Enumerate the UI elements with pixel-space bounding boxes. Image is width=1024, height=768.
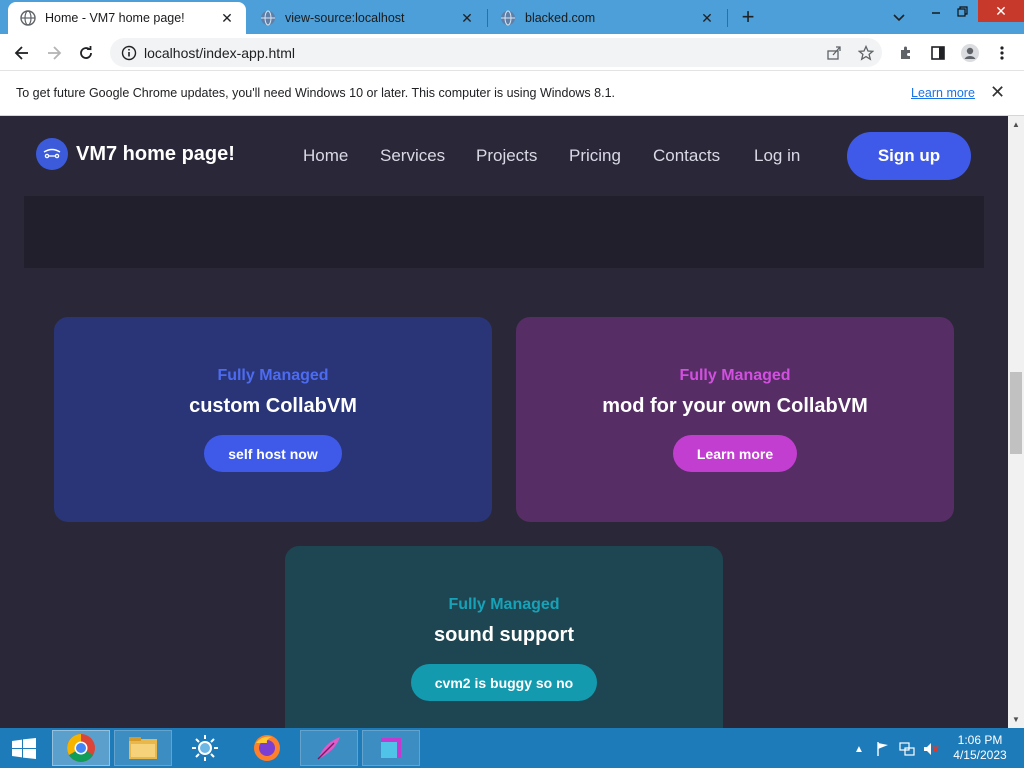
tab-search-icon[interactable] xyxy=(889,8,909,28)
more-menu-icon[interactable] xyxy=(988,39,1016,67)
network-icon[interactable] xyxy=(898,740,916,758)
globe-icon xyxy=(260,10,276,26)
card-heading: custom CollabVM xyxy=(189,395,357,417)
feather-app-icon[interactable] xyxy=(300,730,358,766)
tab-strip: Home - VM7 home page! ✕ view-source:loca… xyxy=(0,0,1024,34)
nav-login[interactable]: Log in xyxy=(754,146,800,166)
sun-app-icon[interactable] xyxy=(176,730,234,766)
profile-avatar-icon[interactable] xyxy=(956,39,984,67)
feature-card-custom: Fully Managed custom CollabVM self host … xyxy=(54,317,492,522)
chrome-icon[interactable] xyxy=(52,730,110,766)
back-icon[interactable] xyxy=(8,39,36,67)
extensions-icon[interactable] xyxy=(892,39,920,67)
tab-title: blacked.com xyxy=(525,11,596,25)
card-heading: mod for your own CollabVM xyxy=(602,395,868,417)
feature-card-sound: Fully Managed sound support cvm2 is bugg… xyxy=(285,546,723,728)
logo-icon[interactable] xyxy=(36,138,68,170)
tab-blacked[interactable]: blacked.com ✕ xyxy=(488,2,726,34)
learn-more-button[interactable]: Learn more xyxy=(672,435,798,472)
tab-home[interactable]: Home - VM7 home page! ✕ xyxy=(8,2,246,34)
clock-time: 1:06 PM xyxy=(957,733,1003,747)
bookmark-star-icon[interactable] xyxy=(852,38,880,67)
scrollbar-thumb[interactable] xyxy=(1010,372,1022,454)
window-close-icon[interactable]: ✕ xyxy=(978,0,1024,22)
update-infobar: To get future Google Chrome updates, you… xyxy=(0,71,1024,116)
action-center-flag-icon[interactable] xyxy=(874,740,892,758)
tab-title: Home - VM7 home page! xyxy=(45,11,185,25)
reload-icon[interactable] xyxy=(72,39,100,67)
tab-separator xyxy=(727,9,728,27)
infobar-message: To get future Google Chrome updates, you… xyxy=(16,86,615,100)
card-kicker: Fully Managed xyxy=(448,596,560,613)
close-tab-icon[interactable]: ✕ xyxy=(458,9,476,27)
site-navbar: VM7 home page! Home Services Projects Pr… xyxy=(0,116,1008,196)
card-kicker: Fully Managed xyxy=(217,367,329,384)
tray-expand-icon[interactable]: ▲ xyxy=(850,740,868,758)
address-bar[interactable]: localhost/index-app.html xyxy=(110,38,882,67)
side-panel-icon[interactable] xyxy=(924,39,952,67)
forward-icon[interactable] xyxy=(40,39,68,67)
system-clock[interactable]: 1:06 PM 4/15/2023 xyxy=(945,733,1015,763)
share-icon[interactable] xyxy=(820,38,848,67)
window-app-icon[interactable] xyxy=(362,730,420,766)
chrome-globe-icon xyxy=(20,10,36,26)
browser-toolbar: localhost/index-app.html xyxy=(0,34,1024,71)
minimize-icon[interactable] xyxy=(922,0,950,22)
learn-more-link[interactable]: Learn more xyxy=(911,86,975,100)
url-text: localhost/index-app.html xyxy=(144,44,295,61)
scroll-up-icon[interactable]: ▲ xyxy=(1012,120,1020,129)
nav-contacts[interactable]: Contacts xyxy=(653,146,720,166)
nav-services[interactable]: Services xyxy=(380,146,445,166)
restore-icon[interactable] xyxy=(948,0,976,22)
tab-view-source[interactable]: view-source:localhost ✕ xyxy=(248,2,486,34)
windows-taskbar: ▲ 1:06 PM 4/15/2023 xyxy=(0,728,1024,768)
page-viewport: VM7 home page! Home Services Projects Pr… xyxy=(0,116,1008,728)
signup-button[interactable]: Sign up xyxy=(847,132,971,180)
site-info-icon[interactable] xyxy=(114,45,144,61)
new-tab-button[interactable]: + xyxy=(736,6,760,30)
firefox-icon[interactable] xyxy=(238,730,296,766)
cvm2-button[interactable]: cvm2 is buggy so no xyxy=(410,664,598,701)
windows-start-icon[interactable] xyxy=(4,734,44,764)
feature-card-mod: Fully Managed mod for your own CollabVM … xyxy=(516,317,954,522)
hero-banner xyxy=(24,196,984,268)
volume-muted-icon[interactable] xyxy=(922,740,940,758)
close-tab-icon[interactable]: ✕ xyxy=(218,9,236,27)
scroll-down-icon[interactable]: ▼ xyxy=(1012,715,1020,724)
file-explorer-icon[interactable] xyxy=(114,730,172,766)
tab-title: view-source:localhost xyxy=(285,11,405,25)
close-tab-icon[interactable]: ✕ xyxy=(698,9,716,27)
globe-icon xyxy=(500,10,516,26)
nav-pricing[interactable]: Pricing xyxy=(569,146,621,166)
card-heading: sound support xyxy=(434,624,574,646)
nav-home[interactable]: Home xyxy=(303,146,348,166)
nav-projects[interactable]: Projects xyxy=(476,146,537,166)
self-host-button[interactable]: self host now xyxy=(204,435,342,472)
site-brand[interactable]: VM7 home page! xyxy=(76,143,235,166)
page-scrollbar[interactable]: ▲ ▼ xyxy=(1008,116,1024,728)
clock-date: 4/15/2023 xyxy=(953,748,1007,762)
close-infobar-icon[interactable]: ✕ xyxy=(990,82,1005,103)
card-kicker: Fully Managed xyxy=(679,367,791,384)
